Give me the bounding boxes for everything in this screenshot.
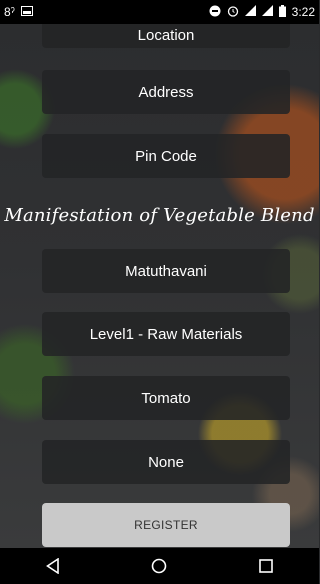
status-right: 3:22 [209, 4, 315, 20]
back-icon [46, 558, 59, 574]
signal-icon [244, 5, 256, 19]
village-select[interactable]: Matuthavani [42, 249, 290, 293]
option-select[interactable]: None [42, 440, 290, 484]
recents-button[interactable] [246, 548, 286, 584]
register-button[interactable]: REGISTER [42, 503, 290, 547]
home-icon [152, 558, 167, 574]
recents-icon [259, 559, 273, 573]
navigation-bar [0, 548, 319, 584]
status-time: 3:22 [291, 5, 315, 19]
village-value: Matuthavani [125, 262, 207, 280]
location-label: Location [137, 27, 195, 44]
pincode-field[interactable]: Pin Code [42, 134, 290, 178]
home-button[interactable] [139, 548, 179, 584]
notification-8-icon: 8ˀ [4, 5, 15, 19]
location-field[interactable]: Location [42, 24, 290, 48]
level-select[interactable]: Level1 - Raw Materials [42, 312, 290, 356]
signal-icon [261, 5, 273, 19]
level-value: Level1 - Raw Materials [89, 325, 243, 343]
do-not-disturb-icon [209, 5, 221, 20]
alarm-icon [227, 5, 239, 20]
status-left: 8ˀ [4, 6, 33, 18]
section-title: Manifestation of Vegetable Blend [4, 205, 315, 226]
product-value: Tomato [141, 389, 191, 407]
status-bar: 8ˀ 3:22 [0, 0, 319, 24]
pincode-label: Pin Code [135, 147, 197, 165]
address-label: Address [138, 83, 194, 101]
registration-screen: Location Address Pin Code Manifestation … [0, 24, 319, 548]
battery-icon [278, 4, 286, 20]
product-select[interactable]: Tomato [42, 376, 290, 420]
address-field[interactable]: Address [42, 70, 290, 114]
back-button[interactable] [33, 548, 73, 584]
option-value: None [148, 453, 184, 471]
image-icon [20, 6, 33, 18]
